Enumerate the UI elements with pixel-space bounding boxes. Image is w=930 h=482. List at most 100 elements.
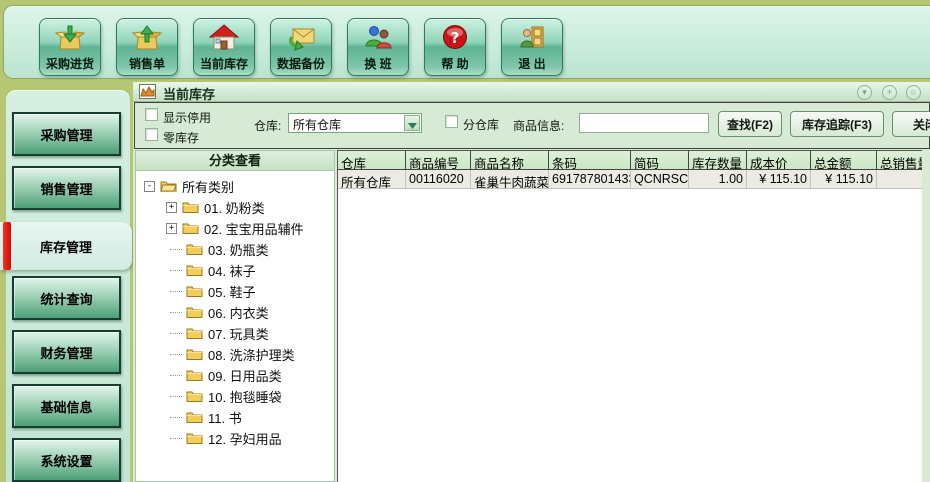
- tree-root-all-categories[interactable]: - 所有类别: [136, 176, 334, 197]
- tree-item-label: 10. 抱毯睡袋: [208, 387, 282, 406]
- table-header-row: 仓库 商品编号 商品名称 条码 简码 库存数量 成本价 总金额 总销售量: [338, 151, 922, 170]
- panel-title: 当前库存: [163, 84, 215, 103]
- tree-item[interactable]: 06. 内衣类: [136, 302, 334, 323]
- cell-total-sales: [877, 170, 922, 189]
- window-restore-icon[interactable]: ○: [906, 85, 921, 100]
- folder-icon: [182, 200, 199, 216]
- tree-connector: [170, 354, 182, 355]
- col-barcode[interactable]: 条码: [549, 151, 631, 170]
- folder-icon: [186, 389, 203, 405]
- col-stock-qty[interactable]: 库存数量: [689, 151, 747, 170]
- exit-label: 退 出: [518, 55, 545, 72]
- cell-cost-price: ¥ 115.10: [747, 170, 811, 189]
- help-label: 帮 助: [441, 55, 468, 72]
- sidebar-item-statistics-query[interactable]: 统计查询: [12, 276, 121, 320]
- shift-change-label: 换 班: [364, 55, 391, 72]
- cell-short-code: QCNRSCMF: [631, 170, 689, 189]
- tree-item[interactable]: 05. 鞋子: [136, 281, 334, 302]
- tree-connector: [170, 291, 182, 292]
- tree-item[interactable]: + 02. 宝宝用品辅件: [136, 218, 334, 239]
- split-warehouse-checkbox[interactable]: [445, 115, 458, 128]
- tree-item[interactable]: + 01. 奶粉类: [136, 197, 334, 218]
- current-inventory-button[interactable]: 当前库存: [193, 18, 255, 76]
- warehouse-label: 仓库:: [254, 117, 281, 134]
- close-button[interactable]: 关闭(: [892, 111, 930, 137]
- chevron-down-icon[interactable]: [404, 115, 420, 131]
- tree-item-label: 12. 孕妇用品: [208, 429, 282, 448]
- category-tree-panel: 分类查看 - 所有类别 + 01. 奶粉类: [135, 150, 335, 482]
- tree-item[interactable]: 07. 玩具类: [136, 323, 334, 344]
- sidebar-item-basic-info[interactable]: 基础信息: [12, 384, 121, 428]
- split-warehouse-label: 分仓库: [463, 116, 499, 133]
- purchase-goods-button[interactable]: 采购进货: [39, 18, 101, 76]
- house-icon: [209, 21, 239, 55]
- sidebar-item-sales-mgmt[interactable]: 销售管理: [12, 166, 121, 210]
- tree-item[interactable]: 12. 孕妇用品: [136, 428, 334, 449]
- sidebar-item-inventory-mgmt[interactable]: 库存管理: [0, 222, 132, 270]
- folder-icon: [186, 263, 203, 279]
- col-product-id[interactable]: 商品编号: [406, 151, 471, 170]
- tree-item-label: 03. 奶瓶类: [208, 240, 269, 259]
- sidebar-item-finance-mgmt[interactable]: 财务管理: [12, 330, 121, 374]
- selected-red-bar: [3, 222, 11, 270]
- window-move-icon[interactable]: +: [882, 85, 897, 100]
- sidebar-item-purchase-mgmt[interactable]: 采购管理: [12, 112, 121, 156]
- folder-icon: [186, 305, 203, 321]
- purchase-box-down-arrow-icon: [55, 21, 85, 55]
- warehouse-select[interactable]: 所有仓库: [288, 113, 422, 133]
- show-disabled-checkbox[interactable]: [145, 108, 158, 121]
- tree-connector: [170, 417, 182, 418]
- table-row[interactable]: 所有仓库 00116020 雀巢牛肉蔬菜 6917878014333 QCNRS…: [338, 170, 922, 189]
- zero-stock-label: 零库存: [163, 129, 199, 146]
- col-cost-price[interactable]: 成本价: [747, 151, 811, 170]
- panel-titlebar: 当前库存 ▾ + ○: [133, 82, 930, 102]
- tree-item[interactable]: 03. 奶瓶类: [136, 239, 334, 260]
- folder-icon: [186, 242, 203, 258]
- purchase-goods-label: 采购进货: [46, 55, 94, 72]
- col-short-code[interactable]: 简码: [631, 151, 689, 170]
- zero-stock-checkbox[interactable]: [145, 128, 158, 141]
- data-backup-button[interactable]: 数据备份: [270, 18, 332, 76]
- exit-button[interactable]: 退 出: [501, 18, 563, 76]
- tree-item-label: 02. 宝宝用品辅件: [204, 219, 304, 238]
- find-button[interactable]: 查找(F2): [718, 111, 782, 137]
- folder-icon: [186, 431, 203, 447]
- product-info-label: 商品信息:: [513, 117, 564, 134]
- expand-box-icon[interactable]: +: [166, 223, 177, 234]
- envelope-backup-icon: [286, 21, 316, 55]
- sales-box-up-arrow-icon: [132, 21, 162, 55]
- show-disabled-label: 显示停用: [163, 109, 211, 126]
- expand-box-icon[interactable]: +: [166, 202, 177, 213]
- filter-bar: 显示停用 零库存 仓库: 所有仓库 分仓库 商品信息: 查找(F2) 库存追踪(…: [134, 102, 930, 149]
- category-tree: - 所有类别 + 01. 奶粉类 +: [136, 171, 334, 449]
- main-toolbar: 采购进货 销售单 当前库存: [3, 5, 930, 79]
- shift-change-button[interactable]: 换 班: [347, 18, 409, 76]
- help-button[interactable]: ? 帮 助: [424, 18, 486, 76]
- col-product-name[interactable]: 商品名称: [471, 151, 549, 170]
- window-collapse-icon[interactable]: ▾: [857, 85, 872, 100]
- sales-order-button[interactable]: 销售单: [116, 18, 178, 76]
- tree-item[interactable]: 04. 袜子: [136, 260, 334, 281]
- tree-item[interactable]: 10. 抱毯睡袋: [136, 386, 334, 407]
- data-backup-label: 数据备份: [277, 55, 325, 72]
- col-total-sales[interactable]: 总销售量: [877, 151, 922, 170]
- sidebar-item-system-settings[interactable]: 系统设置: [12, 438, 121, 482]
- tree-connector: [170, 333, 182, 334]
- shift-people-icon: [363, 21, 393, 55]
- tree-item-label: 05. 鞋子: [208, 282, 256, 301]
- tree-connector: [170, 375, 182, 376]
- collapse-box-icon[interactable]: -: [144, 181, 155, 192]
- product-info-input[interactable]: [579, 113, 709, 133]
- inventory-track-button[interactable]: 库存追踪(F3): [790, 111, 884, 137]
- tree-connector: [170, 396, 182, 397]
- tree-item[interactable]: 08. 洗涤护理类: [136, 344, 334, 365]
- tree-item-label: 06. 内衣类: [208, 303, 269, 322]
- current-inventory-label: 当前库存: [200, 55, 248, 72]
- tree-item-label: 07. 玩具类: [208, 324, 269, 343]
- col-total-amount[interactable]: 总金额: [811, 151, 877, 170]
- tree-item[interactable]: 11. 书: [136, 407, 334, 428]
- tree-item[interactable]: 09. 日用品类: [136, 365, 334, 386]
- cell-total-amount: ¥ 115.10: [811, 170, 877, 189]
- tree-item-label: 01. 奶粉类: [204, 198, 265, 217]
- col-warehouse[interactable]: 仓库: [338, 151, 406, 170]
